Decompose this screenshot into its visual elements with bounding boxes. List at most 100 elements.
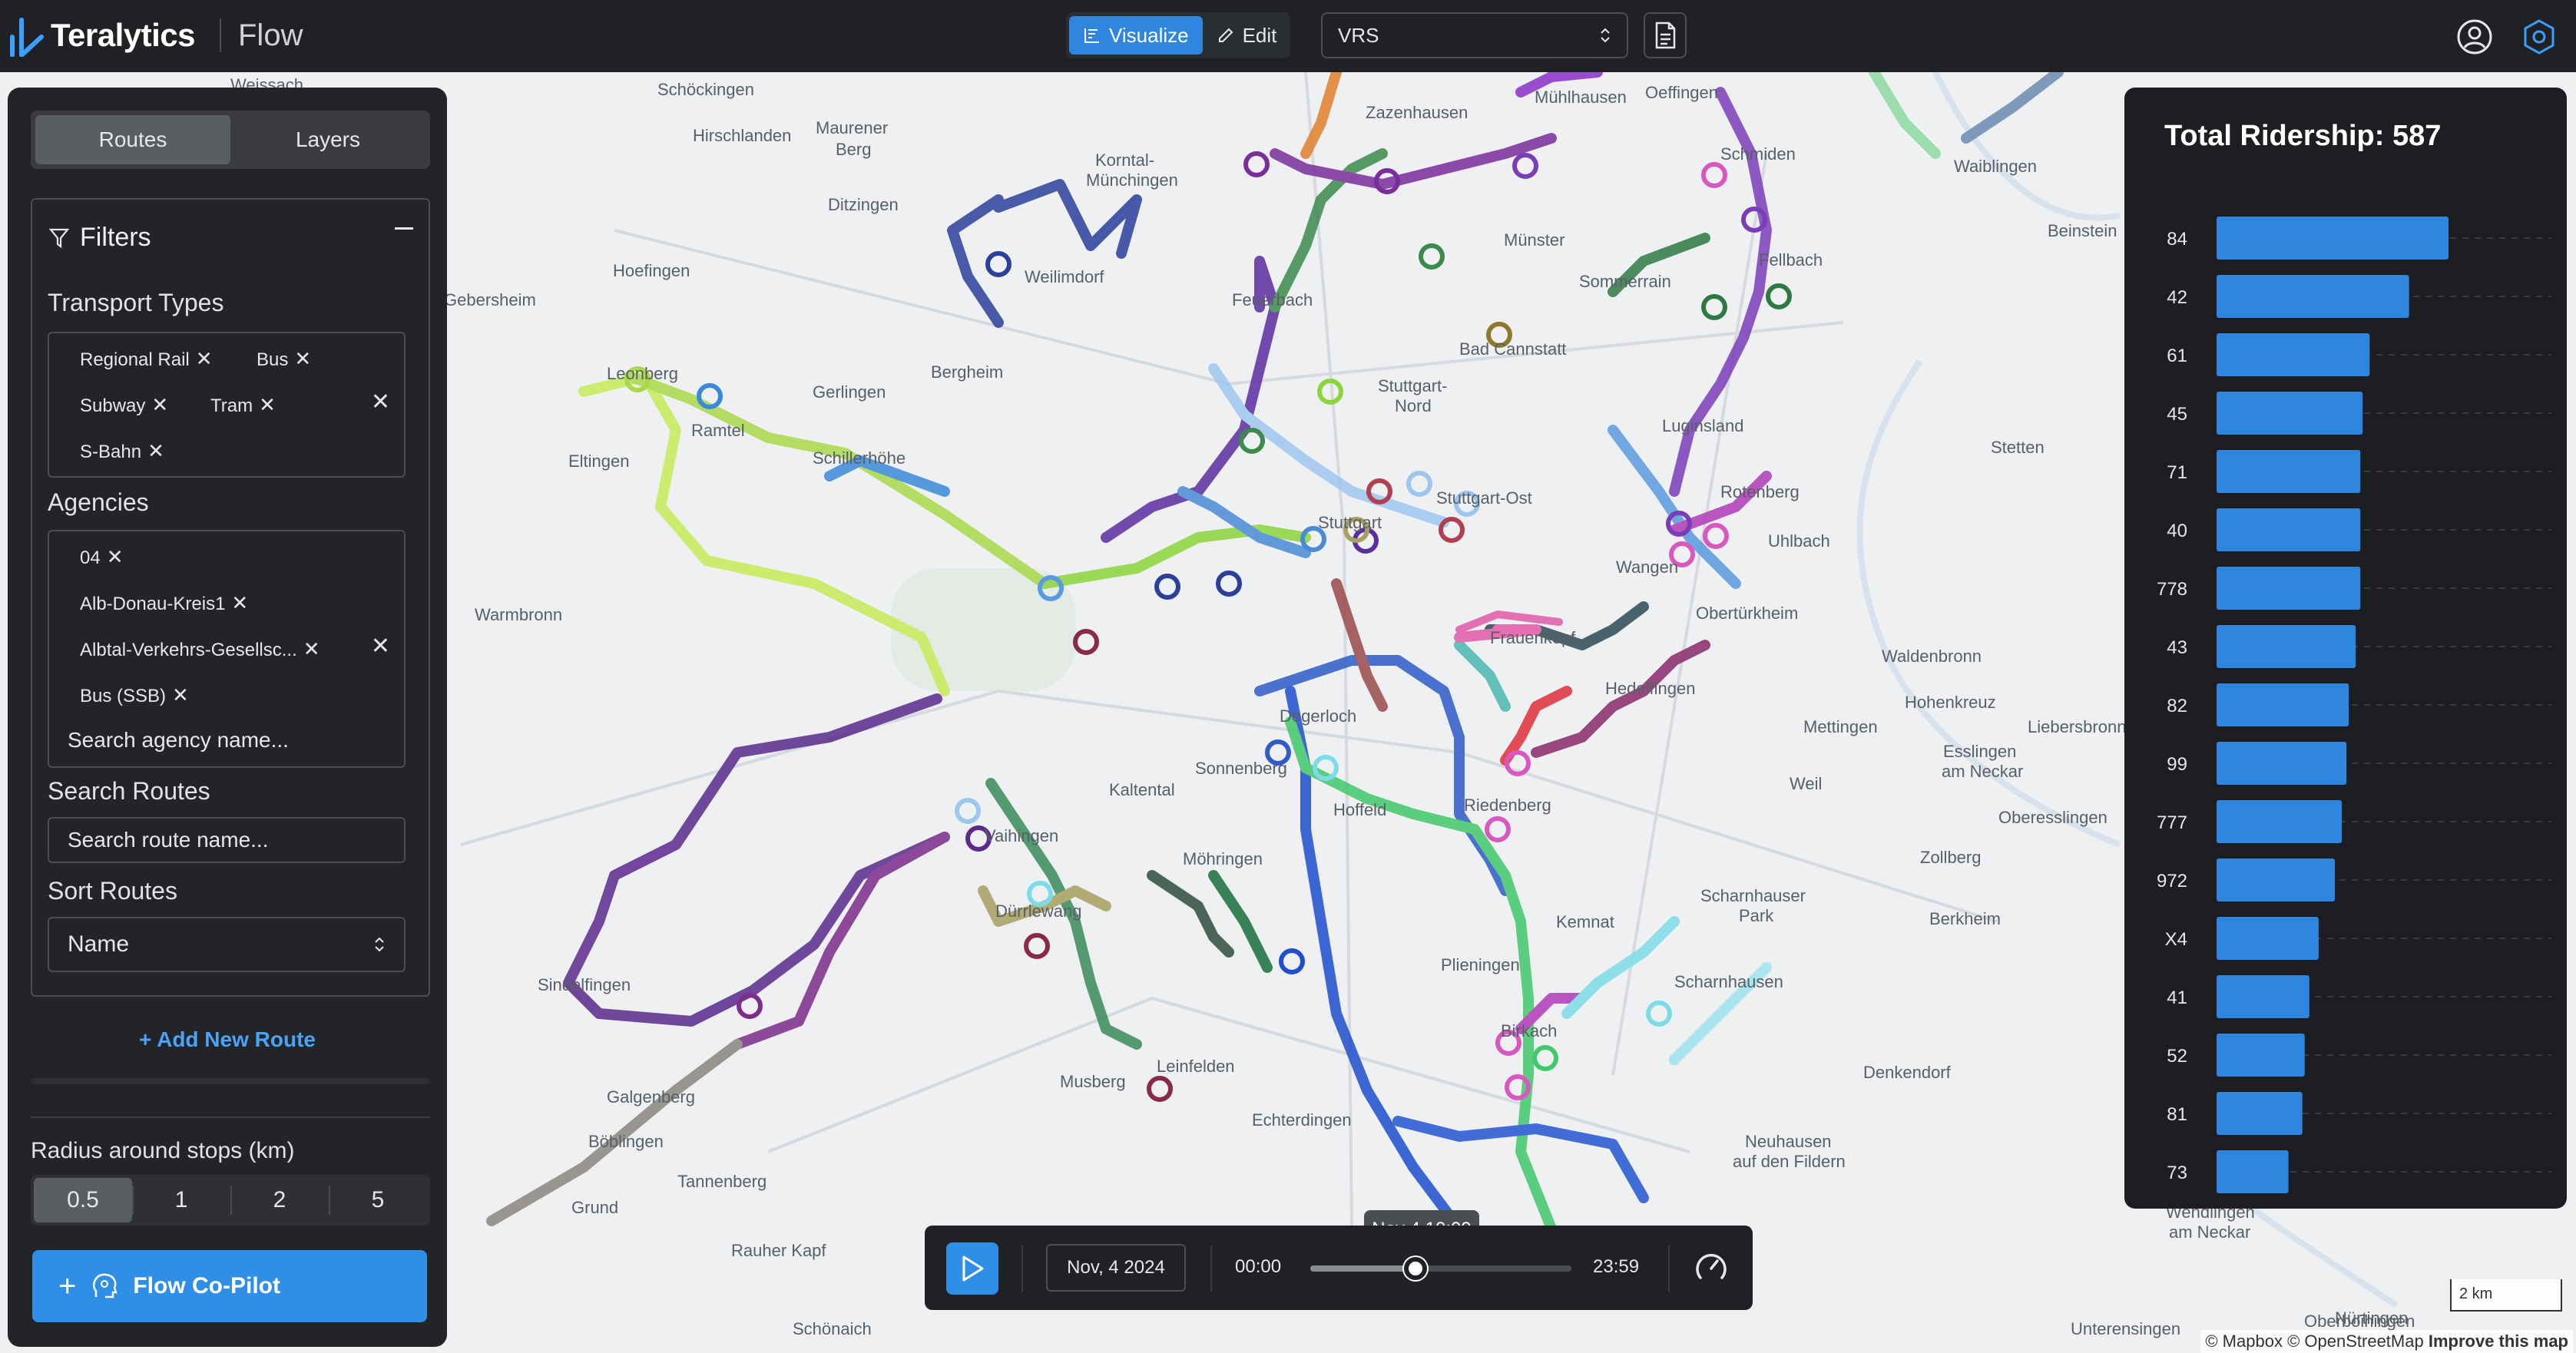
ridership-bar[interactable] [2217, 392, 2363, 435]
copilot-label: Flow Co-Pilot [133, 1273, 280, 1298]
panel-tabs: Routes Layers [31, 111, 430, 169]
remove-chip-icon[interactable]: ✕ [196, 347, 213, 370]
tab-layers[interactable]: Layers [230, 115, 425, 164]
clear-agencies-icon[interactable]: ✕ [371, 633, 390, 660]
bar-label: 52 [2167, 1046, 2187, 1067]
ridership-bar[interactable] [2217, 217, 2449, 260]
osm-link[interactable]: © OpenStreetMap [2287, 1331, 2424, 1351]
place-label: Musberg [1060, 1072, 1126, 1091]
time-slider[interactable] [1310, 1257, 1571, 1280]
play-button[interactable] [946, 1242, 998, 1295]
clear-transport-types-icon[interactable]: ✕ [371, 389, 390, 415]
region-value: VRS [1338, 23, 1379, 47]
remove-chip-icon[interactable]: ✕ [303, 637, 320, 660]
settings-button[interactable] [2518, 15, 2561, 58]
chip-tram[interactable]: Tram ✕ [210, 393, 276, 417]
flow-copilot-button[interactable]: + Flow Co-Pilot [32, 1250, 427, 1322]
remove-chip-icon[interactable]: ✕ [294, 347, 311, 370]
select-chevrons-icon [1601, 28, 1610, 43]
ridership-bar[interactable] [2217, 567, 2361, 610]
radius-selector: 0.5 1 2 5 [31, 1175, 430, 1226]
play-icon [962, 1255, 984, 1282]
scroll-handle[interactable] [31, 1078, 430, 1084]
collapse-filters-button[interactable] [395, 227, 413, 230]
mapbox-link[interactable]: © Mapbox [2205, 1331, 2283, 1351]
place-label: Riedenberg [1464, 796, 1551, 815]
ridership-bar[interactable] [2217, 625, 2356, 668]
pencil-icon [1218, 28, 1233, 42]
place-label: Scharnhausen [1674, 972, 1783, 991]
remove-chip-icon[interactable]: ✕ [172, 683, 189, 706]
separator [1021, 1245, 1023, 1292]
ridership-bar[interactable] [2217, 1092, 2303, 1135]
plus-icon: + [58, 1269, 77, 1303]
radius-option-5[interactable]: 5 [329, 1178, 427, 1222]
place-label: Warmbronn [475, 605, 563, 624]
filters-section: Filters Transport Types Regional Rail ✕ B… [31, 198, 430, 997]
report-button[interactable] [1644, 12, 1687, 58]
transport-types-select[interactable]: Regional Rail ✕ Bus ✕ Subway ✕ Tram ✕ S-Bahn… [48, 332, 406, 478]
ridership-bar[interactable] [2217, 333, 2370, 376]
brand-logo[interactable]: Teralytics Flow [8, 14, 303, 57]
ridership-bar[interactable] [2217, 917, 2319, 960]
chip-regional-rail[interactable]: Regional Rail ✕ [80, 347, 213, 371]
chip-bus[interactable]: Bus ✕ [257, 347, 311, 371]
remove-chip-icon[interactable]: ✕ [231, 591, 248, 614]
date-picker[interactable]: Nov, 4 2024 [1046, 1244, 1186, 1292]
ridership-bar[interactable] [2217, 1150, 2289, 1193]
place-label: Echterdingen [1252, 1110, 1352, 1130]
place-label: Schillerhöhe [813, 448, 906, 468]
bar-label: 84 [2167, 229, 2187, 250]
agency-search-input[interactable]: Search agency name... [68, 728, 289, 753]
speed-button[interactable] [1693, 1249, 1730, 1289]
radius-label: Radius around stops (km) [31, 1138, 295, 1163]
remove-chip-icon[interactable]: ✕ [147, 439, 164, 462]
ridership-bar-chart: 84 42 61 45 71 40 778 43 82 99 777 972 X4 41 52 81 73 [2157, 217, 2551, 1193]
tab-routes[interactable]: Routes [35, 115, 230, 164]
place-label: Oberesslingen [1998, 808, 2107, 827]
sort-routes-label: Sort Routes [48, 877, 177, 905]
chip-s-bahn[interactable]: S-Bahn ✕ [80, 439, 164, 463]
chip-agency-04[interactable]: 04 ✕ [80, 545, 124, 569]
bar-label: 778 [2157, 579, 2187, 600]
ridership-bar[interactable] [2217, 683, 2349, 726]
radius-option-0-5[interactable]: 0.5 [34, 1178, 132, 1222]
ridership-bar[interactable] [2217, 450, 2361, 493]
ridership-bar[interactable] [2217, 1034, 2305, 1077]
chip-subway[interactable]: Subway ✕ [80, 393, 168, 417]
chip-agency-bus-ssb[interactable]: Bus (SSB) ✕ [80, 683, 189, 707]
place-label: Uhlbach [1768, 531, 1830, 551]
edit-mode-button[interactable]: Edit [1203, 16, 1291, 55]
remove-chip-icon[interactable]: ✕ [107, 545, 124, 568]
place-label: Gerlingen [813, 382, 886, 402]
radius-option-1[interactable]: 1 [132, 1178, 230, 1222]
remove-chip-icon[interactable]: ✕ [259, 393, 276, 416]
place-label: Leonberg [607, 364, 678, 383]
sort-routes-select[interactable]: Name [48, 917, 406, 972]
ridership-bar[interactable] [2217, 800, 2343, 843]
ridership-bar[interactable] [2217, 508, 2361, 551]
ridership-bar[interactable] [2217, 742, 2347, 785]
region-select[interactable]: VRS [1321, 12, 1628, 58]
chip-agency-alb-donau[interactable]: Alb-Donau-Kreis1 ✕ [80, 591, 248, 615]
ridership-bar[interactable] [2217, 858, 2336, 901]
place-label: Weilimdorf [1025, 267, 1104, 286]
place-label: Berg [836, 140, 872, 159]
ridership-bar[interactable] [2217, 275, 2409, 318]
place-label: Schöckingen [657, 80, 754, 99]
account-button[interactable] [2453, 15, 2496, 58]
ridership-bar[interactable] [2217, 975, 2309, 1018]
time-slider-thumb[interactable] [1403, 1257, 1427, 1280]
place-label: Zazenhausen [1366, 103, 1468, 122]
chip-agency-albtal[interactable]: Albtal-Verkehrs-Gesellsc... ✕ [80, 637, 320, 661]
place-label: Obertürkheim [1696, 604, 1799, 623]
route-search-input[interactable]: Search route name... [48, 817, 406, 863]
improve-map-link[interactable]: Improve this map [2429, 1331, 2568, 1351]
remove-chip-icon[interactable]: ✕ [151, 393, 168, 416]
radius-option-2[interactable]: 2 [230, 1178, 329, 1222]
visualize-mode-button[interactable]: Visualize [1069, 16, 1203, 55]
add-new-route-button[interactable]: + Add New Route [8, 1027, 447, 1052]
filters-header[interactable]: Filters [49, 223, 151, 253]
place-label: Hirschlanden [693, 126, 792, 145]
agencies-select[interactable]: 04 ✕ Alb-Donau-Kreis1 ✕ Albtal-Verkehrs-Ge… [48, 530, 406, 768]
